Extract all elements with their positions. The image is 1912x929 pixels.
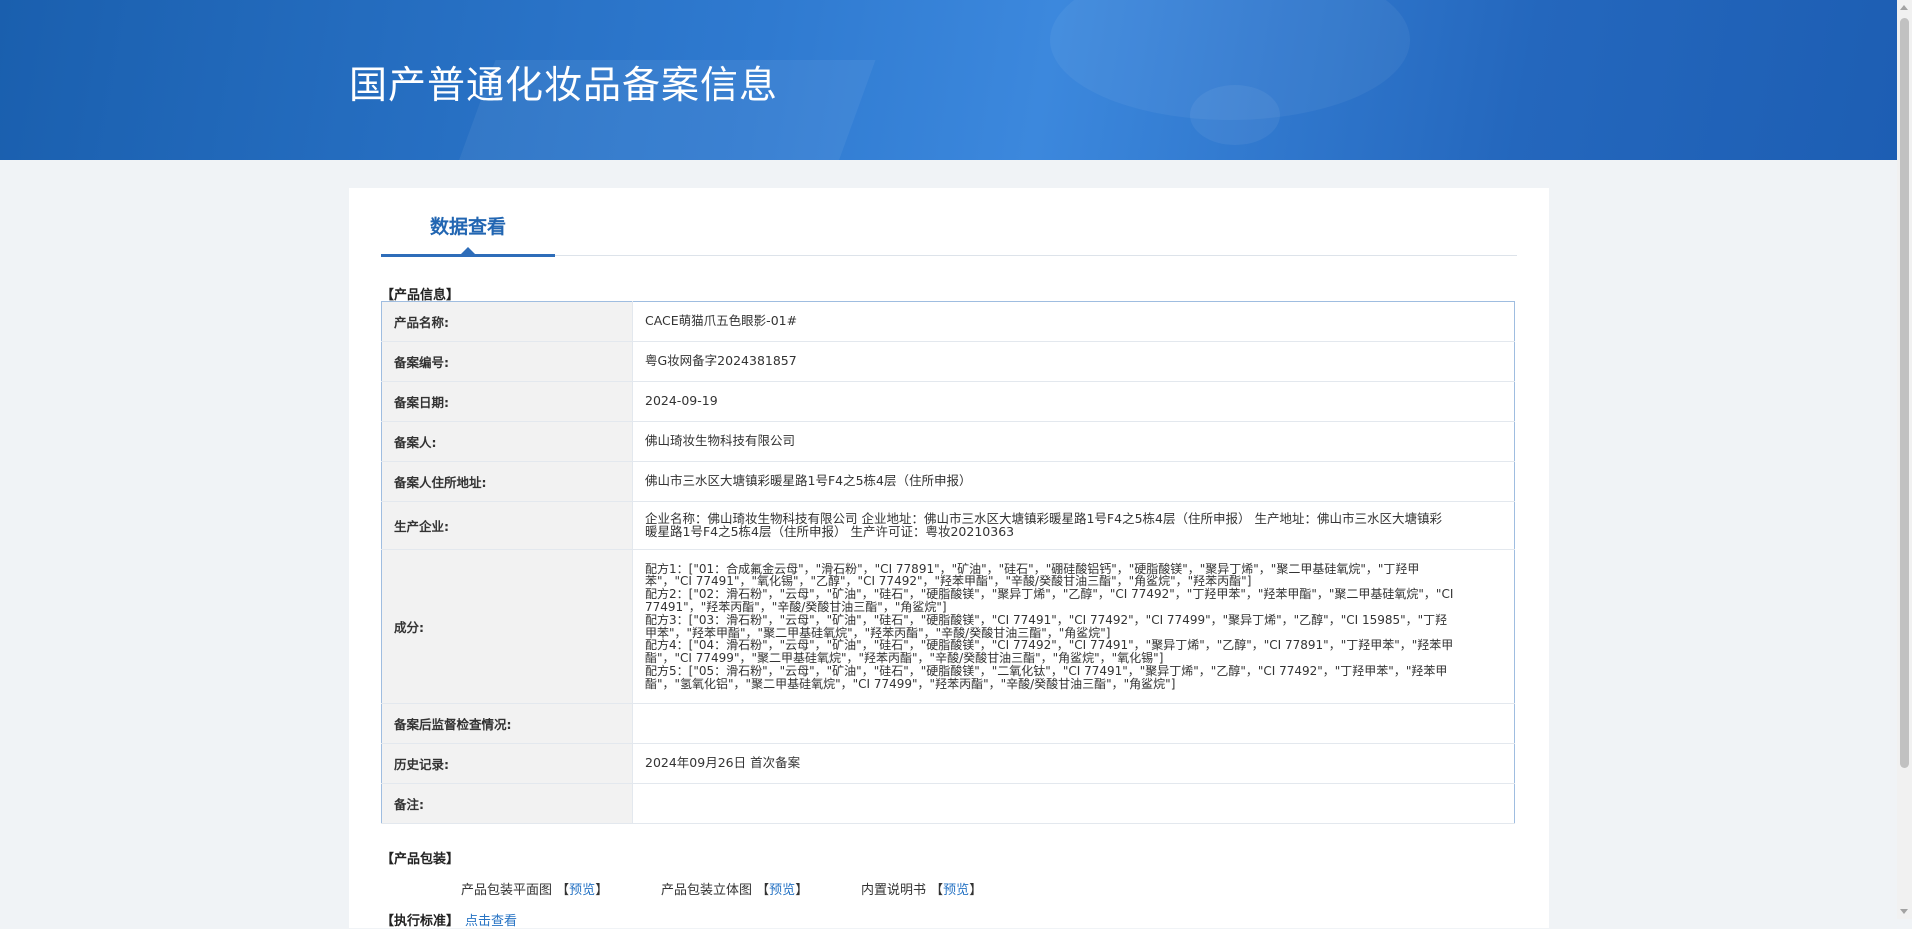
preview-link-manual[interactable]: 预览 — [943, 883, 969, 898]
content-card: 数据查看 【产品信息】 产品名称: CACE萌猫爪五色眼影-01# 备案编号: … — [349, 188, 1549, 929]
history-value: 2024年09月26日 首次备案 — [632, 743, 1515, 784]
tab-active-underline — [381, 254, 555, 257]
exec-standard: 【执行标准】 点击查看 — [381, 910, 517, 929]
formula-line: 配方2：["02：滑石粉"，"云母"，"矿油"，"硅石"，"硬脂酸镁"，"聚异丁… — [645, 587, 1454, 614]
tab-label: 数据查看 — [429, 216, 506, 238]
row-label: 备案人住所地址: — [381, 461, 633, 502]
table-row: 备案人: 佛山琦妆生物科技有限公司 — [381, 421, 1515, 462]
table-row: 历史记录: 2024年09月26日 首次备案 — [381, 743, 1515, 784]
packaging-item-3d: 产品包装立体图 【预览】 — [661, 879, 808, 898]
vertical-scrollbar[interactable] — [1897, 0, 1912, 919]
packaging-label: 产品包装立体图 — [661, 883, 753, 898]
packaging-item-flat: 产品包装平面图 【预览】 — [461, 879, 608, 898]
manufacturer-value: 企业名称：佛山琦妆生物科技有限公司 企业地址：佛山市三水区大塘镇彩暖星路1号F4… — [632, 501, 1515, 550]
row-label: 备注: — [381, 783, 633, 824]
formula-line: 配方3：["03：滑石粉"，"云母"，"矿油"，"硅石"，"硬脂酸镁"，"CI … — [645, 612, 1448, 640]
header-banner: 国产普通化妆品备案信息 — [0, 0, 1897, 160]
row-label: 备案后监督检查情况: — [381, 703, 633, 744]
product-info-table: 产品名称: CACE萌猫爪五色眼影-01# 备案编号: 粤G妆网备字202438… — [381, 301, 1515, 824]
bracket: 【 — [930, 883, 944, 898]
scrollbar-thumb[interactable] — [1900, 18, 1909, 768]
table-row: 备案编号: 粤G妆网备字2024381857 — [381, 341, 1515, 382]
row-label: 产品名称: — [381, 301, 633, 342]
preview-link-flat[interactable]: 预览 — [569, 883, 595, 898]
row-label: 历史记录: — [381, 743, 633, 784]
table-row: 产品名称: CACE萌猫爪五色眼影-01# — [381, 301, 1515, 342]
product-name-value: CACE萌猫爪五色眼影-01# — [632, 301, 1515, 342]
bracket: 】 — [795, 883, 809, 898]
table-row: 备注: — [381, 783, 1515, 824]
formula-line: 配方5：["05：滑石粉"，"云母"，"矿油"，"硅石"，"硬脂酸镁"，"二氧化… — [645, 663, 1448, 691]
manufacturer-text: 企业名称：佛山琦妆生物科技有限公司 企业地址：佛山市三水区大塘镇彩暖星路1号F4… — [645, 511, 1442, 539]
filing-number-value: 粤G妆网备字2024381857 — [632, 341, 1515, 382]
formula-line: 配方1：["01：合成氟金云母"，"滑石粉"，"CI 77891"，"矿油"，"… — [645, 561, 1420, 589]
row-label: 备案编号: — [381, 341, 633, 382]
exec-standard-label: 【执行标准】 — [381, 914, 460, 929]
row-label: 备案日期: — [381, 381, 633, 422]
remarks-value — [632, 783, 1515, 824]
scroll-down-icon[interactable] — [1900, 909, 1908, 914]
table-row: 备案后监督检查情况: — [381, 703, 1515, 744]
ingredients-value: 配方1：["01：合成氟金云母"，"滑石粉"，"CI 77891"，"矿油"，"… — [632, 549, 1515, 704]
row-label: 成分: — [381, 549, 633, 704]
table-row: 备案人住所地址: 佛山市三水区大塘镇彩暖星路1号F4之5栋4层（住所申报） — [381, 461, 1515, 502]
formula-line: 配方4：["04：滑石粉"，"云母"，"矿油"，"硅石"，"硬脂酸镁"，"CI … — [645, 638, 1454, 666]
banner-decoration — [1190, 85, 1280, 145]
exec-standard-link[interactable]: 点击查看 — [465, 914, 517, 929]
row-label: 生产企业: — [381, 501, 633, 550]
page-title: 国产普通化妆品备案信息 — [349, 63, 779, 107]
packaging-label: 内置说明书 — [861, 883, 927, 898]
bracket: 【 — [556, 883, 570, 898]
tab-data-view[interactable]: 数据查看 — [381, 212, 555, 257]
bracket: 】 — [595, 883, 609, 898]
bracket: 】 — [969, 883, 983, 898]
tab-caret-icon — [461, 247, 475, 254]
filing-date-value: 2024-09-19 — [632, 381, 1515, 422]
table-row: 备案日期: 2024-09-19 — [381, 381, 1515, 422]
supervision-value — [632, 703, 1515, 744]
filer-address-value: 佛山市三水区大塘镇彩暖星路1号F4之5栋4层（住所申报） — [632, 461, 1515, 502]
row-label: 备案人: — [381, 421, 633, 462]
table-row: 成分: 配方1：["01：合成氟金云母"，"滑石粉"，"CI 77891"，"矿… — [381, 549, 1515, 704]
packaging-section-title: 【产品包装】 — [381, 852, 460, 867]
table-row: 生产企业: 企业名称：佛山琦妆生物科技有限公司 企业地址：佛山市三水区大塘镇彩暖… — [381, 501, 1515, 550]
bracket: 【 — [756, 883, 770, 898]
preview-link-3d[interactable]: 预览 — [769, 883, 795, 898]
packaging-label: 产品包装平面图 — [461, 883, 553, 898]
filer-value: 佛山琦妆生物科技有限公司 — [632, 421, 1515, 462]
scroll-up-icon[interactable] — [1900, 5, 1908, 10]
packaging-item-manual: 内置说明书 【预览】 — [861, 879, 982, 898]
